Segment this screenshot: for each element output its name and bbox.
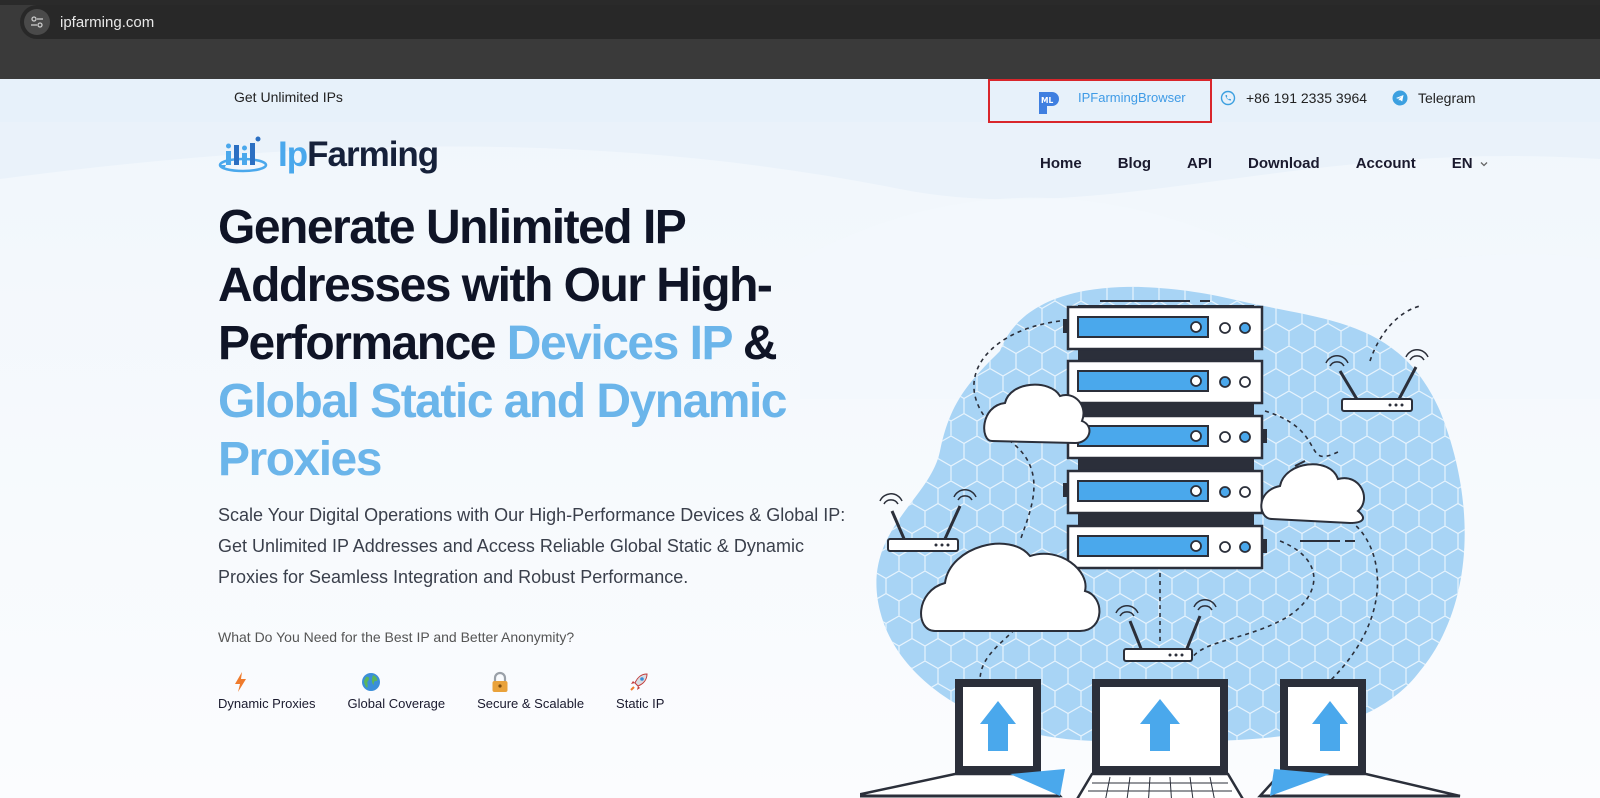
- site-settings-icon[interactable]: [24, 9, 50, 35]
- laptop-left: [860, 679, 1065, 798]
- language-selector[interactable]: EN: [1452, 155, 1490, 172]
- feature-list: Dynamic Proxies Global Coverage Secure &…: [218, 671, 696, 711]
- server-network-illustration: [860, 286, 1465, 798]
- hero-title-line-5: Proxies: [218, 433, 382, 486]
- hero-title-line-2: Addresses with Our High-: [218, 259, 773, 312]
- browser-chrome: ipfarming.com: [0, 0, 1600, 79]
- phone-number: +86 191 2335 3964: [1246, 90, 1368, 106]
- hero-title-devices-ip: Devices IP: [506, 317, 733, 370]
- lightning-icon: [235, 672, 246, 692]
- globe-icon: [361, 673, 380, 691]
- svg-text:ML: ML: [1041, 96, 1053, 105]
- chevron-down-icon: [1480, 161, 1488, 166]
- nav-account[interactable]: Account: [1356, 155, 1416, 172]
- whatsapp-icon: [1220, 90, 1236, 106]
- laptop-center: [1076, 679, 1244, 798]
- feature-label: Global Coverage: [347, 696, 446, 711]
- feature-static-ip[interactable]: Static IP: [616, 671, 664, 711]
- hero-title-line-4: Global Static and Dynamic: [218, 375, 787, 428]
- get-unlimited-ips-link[interactable]: Get Unlimited IPs: [234, 89, 343, 105]
- logo-text-farming: Farming: [307, 135, 439, 174]
- url-text[interactable]: ipfarming.com: [60, 14, 154, 31]
- telegram-link[interactable]: Telegram: [1392, 90, 1476, 106]
- hero-title-line-1: Generate Unlimited IP: [218, 201, 687, 254]
- lock-icon: [492, 671, 508, 692]
- logo-text: IpFarming: [278, 135, 439, 175]
- feature-dynamic-proxies[interactable]: Dynamic Proxies: [218, 671, 316, 711]
- nav-api[interactable]: API: [1187, 155, 1212, 172]
- hero-title-performance: Performance: [218, 317, 507, 370]
- hero-title: Generate Unlimited IP Addresses with Our…: [218, 199, 818, 489]
- telegram-icon: [1392, 90, 1408, 106]
- ipfarming-browser-logo-icon: ML: [1039, 92, 1059, 114]
- feature-label: Secure & Scalable: [477, 696, 585, 711]
- language-label: EN: [1451, 155, 1473, 172]
- hero-title-ampersand: &: [731, 317, 778, 370]
- ipfarming-browser-link[interactable]: ML IPFarmingBrowser: [988, 79, 1212, 123]
- rocket-icon: [630, 673, 648, 691]
- address-bar[interactable]: ipfarming.com: [20, 5, 1600, 39]
- server-rack: [1063, 305, 1267, 570]
- feature-label: Static IP: [616, 696, 665, 711]
- laptop-right: [1257, 679, 1461, 798]
- logo-text-ip: Ip: [278, 135, 308, 174]
- nav-home[interactable]: Home: [1040, 155, 1082, 172]
- nav-download[interactable]: Download: [1248, 155, 1320, 172]
- feature-label: Dynamic Proxies: [218, 696, 316, 711]
- hero-question: What Do You Need for the Best IP and Bet…: [218, 629, 575, 645]
- ipfarming-logo-icon: [218, 136, 268, 173]
- web-page: Get Unlimited IPs ML IPFarmingBrowser +8…: [0, 79, 1600, 798]
- telegram-label: Telegram: [1418, 90, 1476, 106]
- nav-blog[interactable]: Blog: [1118, 155, 1151, 172]
- hero-subtitle: Scale Your Digital Operations with Our H…: [218, 505, 846, 587]
- feature-global-coverage[interactable]: Global Coverage: [347, 671, 446, 711]
- promo-label: IPFarmingBrowser: [1078, 89, 1186, 105]
- hero-title-line-3: Performance Devices IP &: [218, 315, 818, 373]
- whatsapp-phone-link[interactable]: +86 191 2335 3964: [1220, 90, 1367, 106]
- top-info-bar: Get Unlimited IPs ML IPFarmingBrowser +8…: [0, 79, 1600, 123]
- feature-secure-scalable[interactable]: Secure & Scalable: [477, 671, 584, 711]
- main-nav: Home Blog API Download Account EN: [1040, 155, 1490, 172]
- site-logo[interactable]: IpFarming: [218, 135, 439, 175]
